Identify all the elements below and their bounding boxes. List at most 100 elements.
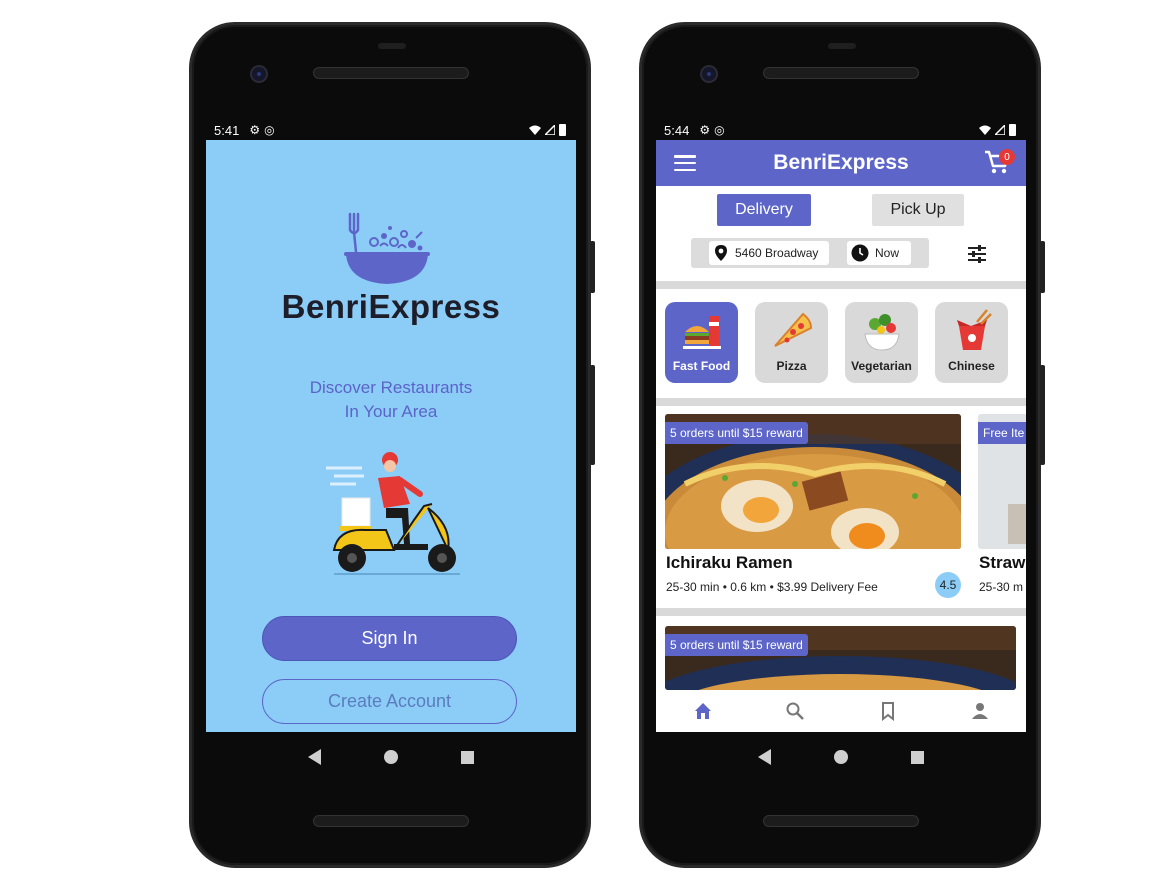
phone-notch (828, 43, 856, 49)
reward-badge: Free Ite (978, 422, 1026, 444)
bottom-speaker (763, 815, 919, 827)
battery-icon (1009, 124, 1016, 136)
app-bar: BenriExpress 0 (656, 140, 1026, 186)
location-time-bar: 5460 Broadway Now (691, 238, 929, 268)
cart-count-badge: 0 (999, 149, 1015, 165)
volume-button (590, 365, 595, 465)
location-pin-icon (715, 245, 727, 261)
bowl-logo-icon (344, 212, 430, 284)
address-text: 5460 Broadway (735, 246, 819, 260)
category-label: Vegetarian (851, 359, 912, 373)
wifi-icon (979, 125, 991, 135)
status-time: 5:44 (664, 122, 690, 138)
tagline-line-2: In Your Area (344, 402, 438, 421)
sync-icon: ◎ (714, 123, 729, 137)
status-time: 5:41 (214, 122, 240, 138)
tab-pickup[interactable]: Pick Up (872, 194, 964, 226)
top-speaker (763, 67, 919, 79)
cart-button[interactable]: 0 (984, 149, 1015, 177)
reward-badge: 5 orders until $15 reward (665, 634, 808, 656)
front-camera (250, 65, 268, 83)
tagline-line-1: Discover Restaurants (309, 378, 473, 397)
restaurant-meta: 25-30 m (979, 580, 1024, 594)
status-right-icons (979, 124, 1016, 136)
power-button (1040, 241, 1045, 293)
restaurant-name: Straw (979, 553, 1026, 572)
pizza-icon (774, 312, 813, 347)
sign-in-button[interactable]: Sign In (262, 616, 517, 661)
home-circle-icon[interactable] (833, 750, 848, 764)
category-list: Fast Food Pizza Vegetarian Chinese (664, 302, 1026, 384)
phone-left: 5:41 ⚙◎ BenriExpress Discover Restaurant… (189, 22, 595, 868)
power-button (590, 241, 595, 293)
settings-icon: ⚙ (699, 123, 715, 137)
system-nav-bar (656, 737, 1026, 777)
bottom-speaker (313, 815, 469, 827)
stage: 5:41 ⚙◎ BenriExpress Discover Restaurant… (0, 0, 1152, 874)
hamburger-menu-icon[interactable] (674, 155, 696, 171)
clock-icon (851, 244, 869, 262)
status-icons: ⚙◎ (249, 123, 278, 137)
restaurant-photo: Free Ite (978, 414, 1026, 549)
back-icon[interactable] (307, 749, 321, 765)
time-chip[interactable]: Now (847, 241, 911, 265)
order-mode-tabs: Delivery Pick Up (656, 194, 1026, 226)
delivery-scooter-illustration (326, 452, 460, 575)
signal-icon (995, 125, 1005, 135)
phone-notch (378, 43, 406, 49)
reward-badge: 5 orders until $15 reward (665, 422, 808, 444)
status-icons: ⚙◎ (699, 123, 728, 137)
search-icon[interactable] (785, 701, 805, 721)
status-right-icons (529, 124, 566, 136)
category-chinese[interactable]: Chinese (935, 302, 1008, 383)
sync-icon: ◎ (264, 123, 279, 137)
fast-food-icon (683, 316, 721, 349)
back-icon[interactable] (757, 749, 771, 765)
profile-icon[interactable] (970, 701, 990, 721)
brand-title: BenriExpress (281, 288, 501, 325)
salad-icon (864, 314, 900, 351)
bookmark-icon[interactable] (878, 701, 898, 721)
recent-apps-icon[interactable] (461, 750, 475, 764)
home-background: BenriExpress 0 Delivery Pick Up 5460 Bro… (656, 140, 1026, 732)
home-screen: BenriExpress 0 Delivery Pick Up 5460 Bro… (656, 140, 1026, 732)
battery-icon (559, 124, 566, 136)
login-screen: BenriExpress Discover Restaurants In You… (206, 140, 576, 732)
category-fast-food[interactable]: Fast Food (665, 302, 738, 383)
category-label: Chinese (948, 359, 995, 373)
time-text: Now (875, 246, 900, 260)
category-label: Fast Food (672, 359, 731, 373)
wifi-icon (529, 125, 541, 135)
takeout-box-icon (957, 309, 992, 350)
home-icon[interactable] (693, 701, 713, 721)
restaurant-card[interactable]: 5 orders until $15 reward (665, 626, 1016, 690)
home-circle-icon[interactable] (383, 750, 398, 764)
recent-apps-icon[interactable] (911, 750, 925, 764)
category-vegetarian[interactable]: Vegetarian (845, 302, 918, 383)
volume-button (1040, 365, 1045, 465)
top-speaker (313, 67, 469, 79)
category-pizza[interactable]: Pizza (755, 302, 828, 383)
restaurant-name: Ichiraku Ramen (666, 553, 793, 572)
section-divider (656, 281, 1026, 289)
signal-icon (545, 125, 555, 135)
restaurant-meta: 25-30 min • 0.6 km • $3.99 Delivery Fee (666, 580, 878, 594)
category-label: Pizza (776, 359, 807, 373)
phone-right: 5:44 ⚙◎ BenriExpress 0 Delivery Pick Up … (639, 22, 1045, 868)
settings-icon: ⚙ (249, 123, 265, 137)
status-bar: 5:44 ⚙◎ (656, 121, 1024, 139)
address-chip[interactable]: 5460 Broadway (709, 241, 829, 265)
section-divider (656, 398, 1026, 406)
tagline: Discover Restaurants In Your Area (206, 376, 576, 424)
login-background: BenriExpress Discover Restaurants In You… (206, 140, 576, 732)
status-bar: 5:41 ⚙◎ (206, 121, 574, 139)
filter-sliders-icon[interactable] (966, 244, 988, 264)
app-title: BenriExpress (773, 151, 909, 174)
create-account-button[interactable]: Create Account (262, 679, 517, 724)
tab-delivery[interactable]: Delivery (717, 194, 811, 226)
system-nav-bar (206, 737, 576, 777)
front-camera (700, 65, 718, 83)
restaurant-photo: 5 orders until $15 reward (665, 414, 961, 549)
bottom-nav (656, 690, 1026, 732)
section-divider (656, 608, 1026, 616)
